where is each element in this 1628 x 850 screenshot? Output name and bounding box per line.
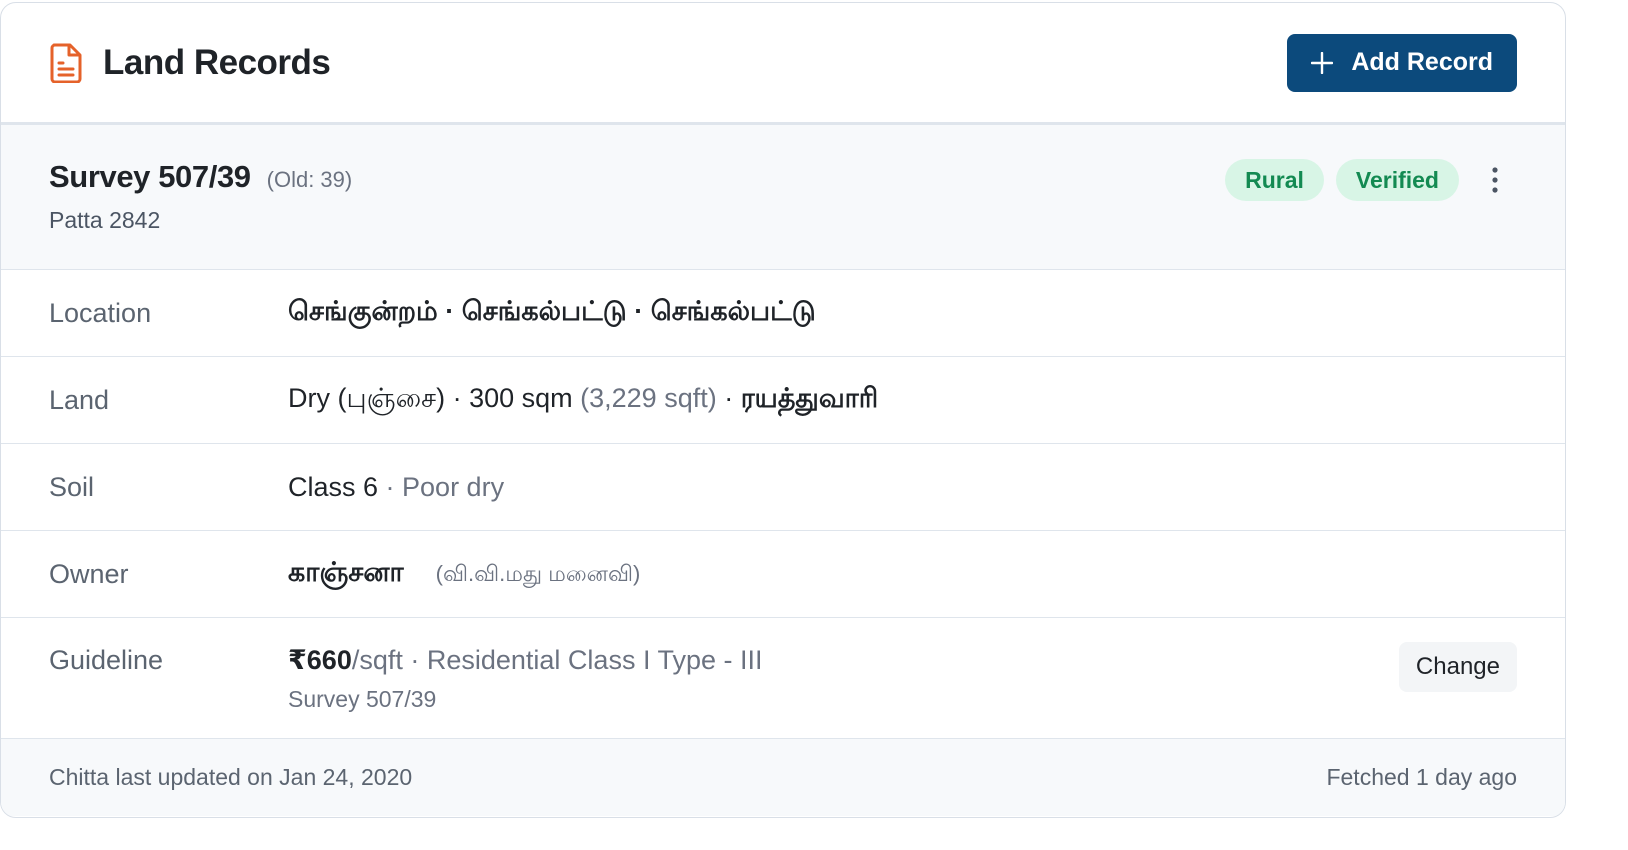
old-survey-number: (Old: 39) — [266, 167, 353, 192]
patta-number: Patta 2842 — [49, 207, 161, 233]
land-records-card: Land Records Add Record Survey 507/39 (O… — [0, 2, 1566, 818]
location-value: செங்குன்றம் · செங்கல்பட்டு · செங்கல்பட்ட… — [288, 295, 816, 326]
land-value: Dry (புஞ்சை) · 300 sqm (3,229 sqft) · ரய… — [288, 383, 878, 418]
owner-name: காஞ்சனா — [288, 556, 404, 587]
owner-label: Owner — [49, 558, 129, 589]
land-tenure: ரயத்துவாரி — [740, 382, 879, 413]
land-area-sqft: (3,229 sqft) — [572, 382, 717, 413]
badge-group: Rural Verified — [1225, 159, 1517, 201]
page-title: Land Records — [103, 42, 331, 82]
guideline-price: ₹660 — [288, 645, 352, 675]
card-header: Land Records Add Record — [1, 3, 1565, 125]
owner-relation: (வி.வி.மது மனைவி) — [435, 560, 641, 586]
land-label: Land — [49, 384, 110, 415]
land-separator: · — [716, 382, 741, 413]
land-separator: · — [445, 382, 470, 413]
guideline-label: Guideline — [49, 645, 164, 675]
change-guideline-button[interactable]: Change — [1398, 642, 1517, 692]
land-type: Dry (புஞ்சை) — [288, 382, 446, 413]
owner-row: Owner காஞ்சனா (வி.வி.மது மனைவி) — [1, 531, 1565, 618]
survey-title: Survey 507/39 — [49, 159, 251, 194]
more-vertical-icon[interactable] — [1473, 159, 1517, 201]
location-label: Location — [49, 297, 152, 328]
land-row: Land Dry (புஞ்சை) · 300 sqm (3,229 sqft)… — [1, 357, 1565, 444]
owner-value: காஞ்சனா (வி.வி.மது மனைவி) — [288, 557, 640, 592]
soil-value: Class 6 · Poor dry — [288, 472, 504, 503]
survey-summary: Survey 507/39 (Old: 39) Patta 2842 Rural… — [1, 125, 1565, 270]
document-icon — [49, 43, 83, 83]
soil-row: Soil Class 6 · Poor dry — [1, 444, 1565, 531]
soil-label: Soil — [49, 471, 95, 502]
guideline-unit-description: /sqft · Residential Class I Type - III — [351, 645, 763, 675]
verified-badge: Verified — [1335, 159, 1459, 201]
fetched-text: Fetched 1 day ago — [1326, 764, 1517, 790]
add-record-button[interactable]: Add Record — [1287, 33, 1517, 92]
soil-description: · Poor dry — [378, 471, 505, 502]
chitta-updated-text: Chitta last updated on Jan 24, 2020 — [49, 764, 413, 790]
location-row: Location செங்குன்றம் · செங்கல்பட்டு · செ… — [1, 270, 1565, 357]
guideline-survey-ref: Survey 507/39 — [288, 686, 437, 712]
title-group: Land Records — [49, 42, 331, 83]
card-footer: Chitta last updated on Jan 24, 2020 Fetc… — [1, 739, 1565, 816]
plus-icon — [1311, 51, 1334, 74]
guideline-row: Guideline ₹660/sqft · Residential Class … — [1, 618, 1565, 739]
guideline-value: ₹660/sqft · Residential Class I Type - I… — [288, 645, 763, 713]
land-area: 300 sqm — [469, 382, 573, 413]
soil-class: Class 6 — [288, 471, 379, 502]
add-record-label: Add Record — [1351, 48, 1493, 76]
rural-badge: Rural — [1225, 159, 1324, 201]
